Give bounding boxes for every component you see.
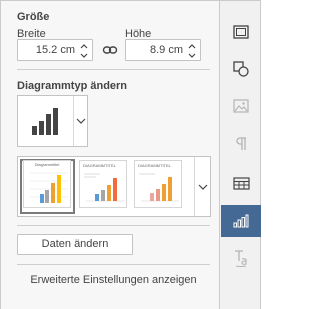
shape-settings-icon — [233, 61, 249, 77]
text-art-settings-icon — [235, 250, 247, 267]
table-settings-button[interactable] — [221, 167, 261, 199]
text-art-settings-button[interactable] — [221, 243, 261, 275]
edit-data-button[interactable]: Daten ändern — [17, 234, 133, 255]
chart-settings-button[interactable] — [221, 205, 261, 237]
width-input[interactable]: 15.2 cm — [17, 39, 93, 61]
chart-settings-icon — [233, 214, 249, 228]
chevron-down-icon — [76, 118, 86, 124]
link-icon[interactable] — [102, 43, 118, 57]
paragraph-settings-button[interactable] — [221, 128, 261, 160]
chart-style-thumbnail[interactable]: Diagrammtitel — [23, 160, 71, 208]
paragraph-settings-icon — [236, 137, 246, 150]
slide-settings-button[interactable] — [221, 16, 261, 48]
table-settings-icon — [232, 176, 250, 190]
height-input[interactable]: 8.9 cm — [125, 39, 201, 61]
image-settings-icon — [233, 99, 249, 113]
advanced-settings-link[interactable]: Erweiterte Einstellungen anzeigen — [17, 274, 210, 286]
width-value: 15.2 cm — [35, 44, 75, 56]
chart-style-thumbnail[interactable]: DIAGRAMMTITEL — [134, 160, 182, 208]
height-increment-icon[interactable] — [187, 42, 197, 51]
chart-type-heading: Diagrammtyp ändern — [17, 80, 128, 92]
size-heading: Größe — [17, 11, 50, 23]
image-settings-button[interactable] — [221, 90, 261, 122]
height-value: 8.9 cm — [149, 44, 183, 56]
chart-styles-gallery: Diagrammtitel DIAGRAMMTITEL DIAGRAMMTITE… — [17, 156, 211, 217]
separator — [17, 225, 210, 226]
chart-style-thumbnail[interactable]: DIAGRAMMTITEL — [79, 160, 127, 208]
more-styles-chevron-icon[interactable] — [198, 183, 208, 191]
right-sidebar — [219, 0, 261, 309]
separator — [17, 69, 210, 70]
width-increment-icon[interactable] — [79, 42, 89, 51]
bar-chart-icon — [32, 108, 58, 135]
separator — [17, 264, 210, 265]
chart-type-button[interactable] — [17, 95, 88, 147]
chart-settings-panel: Größe Breite Höhe 15.2 cm 8.9 cm Diagram… — [0, 0, 219, 309]
slide-settings-icon — [233, 25, 249, 39]
width-decrement-icon[interactable] — [79, 51, 89, 60]
shape-settings-button[interactable] — [221, 53, 261, 85]
height-decrement-icon[interactable] — [187, 51, 197, 60]
